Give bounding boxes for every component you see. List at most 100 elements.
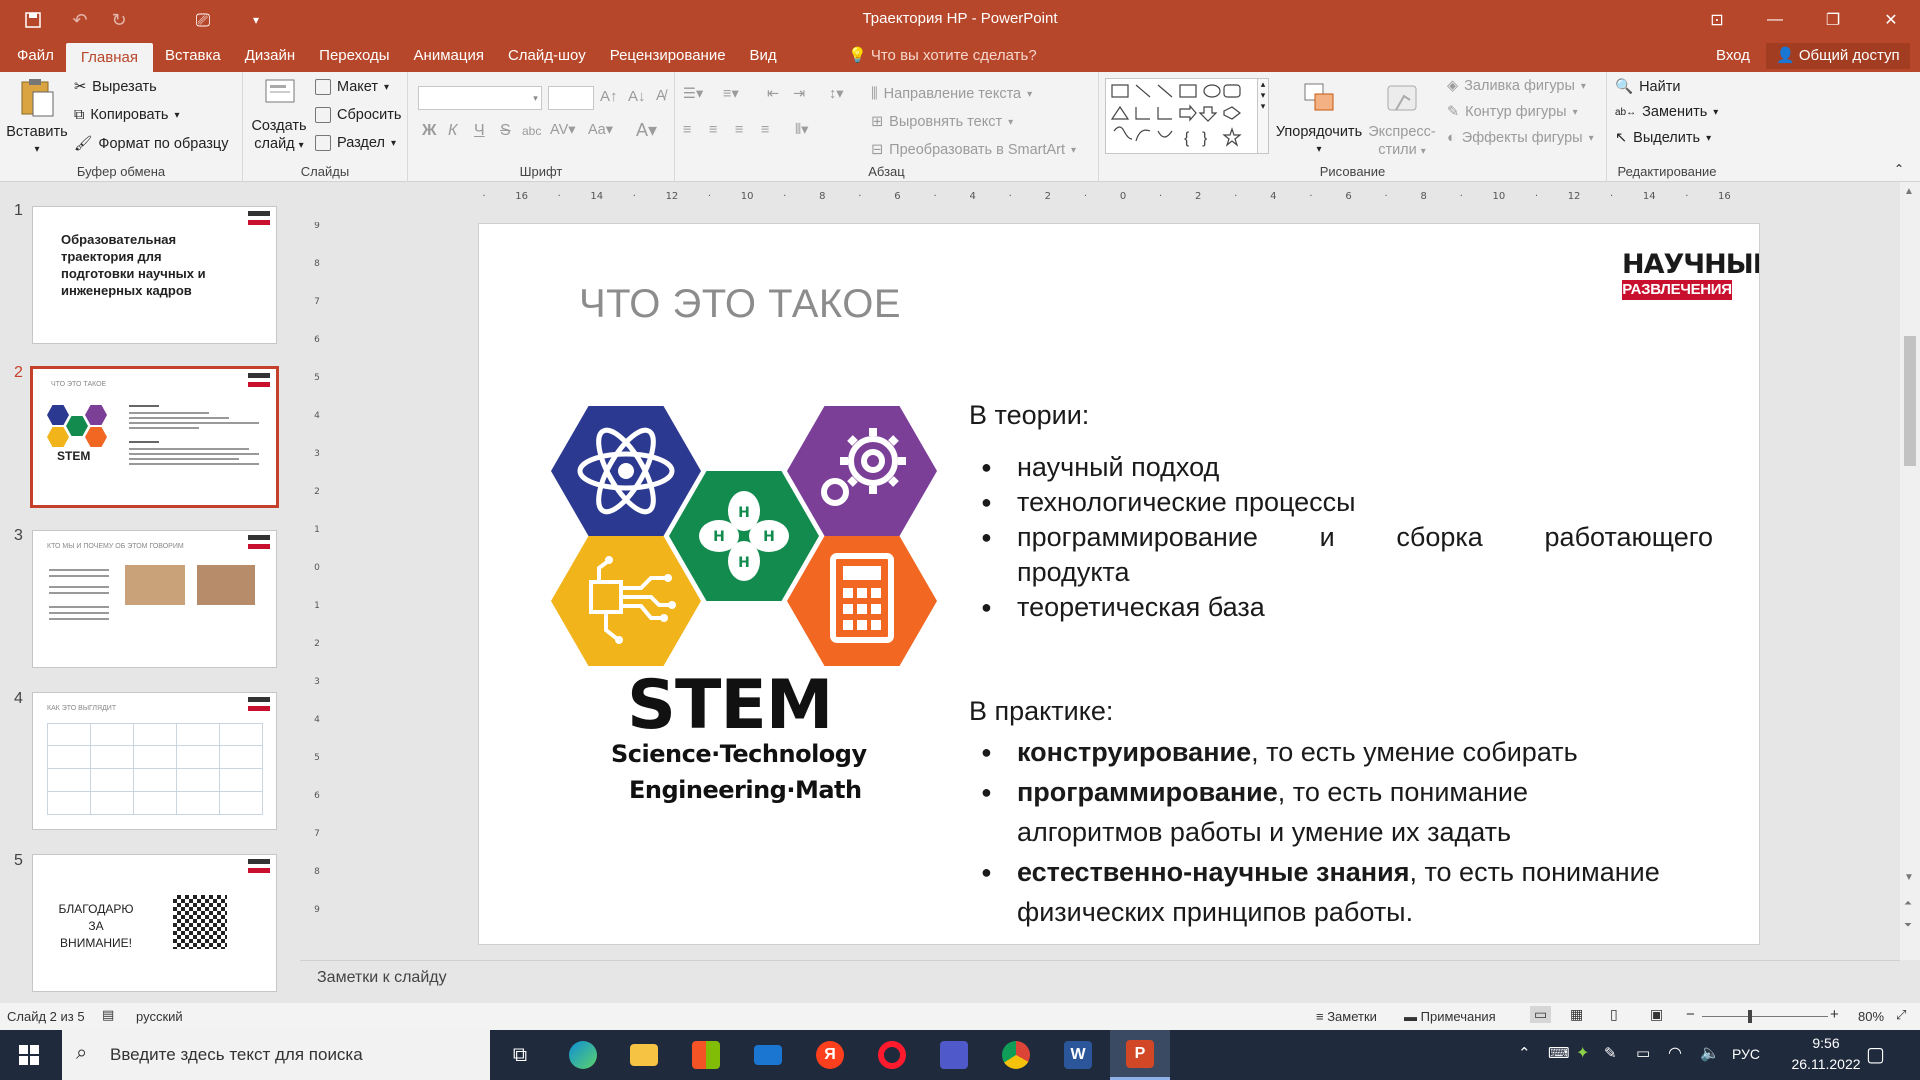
shapes-gallery[interactable]: {}	[1105, 78, 1265, 154]
word-icon[interactable]: W	[1048, 1030, 1108, 1080]
tell-me-search[interactable]: 💡 Что вы хотите сделать?	[848, 40, 1037, 72]
comments-toggle[interactable]: ▬ Примечания	[1404, 1009, 1496, 1024]
tab-home[interactable]: Главная	[65, 43, 153, 75]
tab-insert[interactable]: Вставка	[153, 40, 233, 72]
section-button[interactable]: Раздел ▾	[315, 135, 396, 151]
editor-vertical-scrollbar[interactable]: ▲ ▼ ⏶ ⏷	[1900, 182, 1920, 960]
zoom-in-icon[interactable]: +	[1830, 1006, 1839, 1023]
keyboard-language[interactable]: РУС	[1732, 1046, 1760, 1062]
abc-shadow-icon[interactable]: abc	[522, 124, 541, 138]
tab-slideshow[interactable]: Слайд-шоу	[496, 40, 598, 72]
scroll-up-icon[interactable]: ▲	[1904, 186, 1914, 197]
align-center-icon[interactable]: ≡	[709, 122, 717, 138]
ribbon-display-icon[interactable]: ⊡	[1688, 0, 1746, 40]
slide-title[interactable]: ЧТО ЭТО ТАКОЕ	[579, 282, 901, 327]
tab-view[interactable]: Вид	[738, 40, 789, 72]
decrease-indent-icon[interactable]: ⇤	[767, 86, 779, 102]
shape-effects-button[interactable]: ◐ Эффекты фигуры ▾	[1447, 130, 1594, 146]
zoom-slider-thumb[interactable]	[1748, 1010, 1752, 1023]
pen-icon[interactable]: ✎	[1604, 1044, 1617, 1062]
align-text-button[interactable]: ⊞ Выровнять текст ▾	[871, 114, 1013, 130]
quick-styles-button[interactable]: Экспресс- стили ▾	[1365, 80, 1439, 161]
font-family-dropdown-icon[interactable]: ▾	[530, 86, 542, 110]
task-view-icon[interactable]: ⧉	[490, 1030, 550, 1080]
slide-sorter-icon[interactable]: ▦	[1570, 1006, 1583, 1023]
spellcheck-icon[interactable]: ▤	[102, 1007, 114, 1023]
tab-transitions[interactable]: Переходы	[307, 40, 401, 72]
scroll-thumb[interactable]	[1904, 336, 1916, 466]
tab-file[interactable]: Файл	[0, 40, 66, 72]
change-case-icon[interactable]: Aa▾	[588, 122, 613, 138]
clear-format-icon[interactable]: A̸	[656, 88, 666, 104]
zoom-slider[interactable]	[1702, 1016, 1828, 1017]
thumbnail-slide-5[interactable]: БЛАГОДАРЮ ЗА ВНИМАНИЕ!	[32, 854, 277, 992]
collapse-ribbon-icon[interactable]: ⌃	[1894, 162, 1904, 176]
justify-icon[interactable]: ≡	[761, 122, 769, 138]
format-painter-button[interactable]: 🖌 Формат по образцу	[74, 135, 228, 153]
practice-bullet[interactable]: конструирование, то есть умение собирать	[981, 732, 1578, 772]
powerpoint-icon[interactable]: P	[1110, 1030, 1170, 1080]
file-explorer-icon[interactable]	[614, 1030, 674, 1080]
arrange-button[interactable]: Упорядочить ▾	[1271, 80, 1367, 159]
reset-button[interactable]: Сбросить	[315, 107, 401, 123]
close-icon[interactable]: ✕	[1862, 0, 1920, 40]
shapes-gallery-scroll[interactable]: ▴ ▾ ▾	[1257, 78, 1269, 154]
mail-icon[interactable]	[738, 1030, 798, 1080]
theory-bullet[interactable]: теоретическая база	[981, 590, 1265, 625]
find-button[interactable]: 🔍 Найти	[1615, 78, 1680, 96]
columns-icon[interactable]: ⫴▾	[795, 122, 808, 138]
slide-canvas[interactable]: ЧТО ЭТО ТАКОЕ НАУЧНЫЕ РАЗВЛЕЧЕНИЯ HHHH S…	[478, 223, 1760, 945]
tab-review[interactable]: Рецензирование	[598, 40, 738, 72]
cut-button[interactable]: ✂ Вырезать	[74, 79, 157, 95]
yandex-browser-icon[interactable]: Я	[800, 1030, 860, 1080]
normal-view-icon[interactable]: ▭	[1530, 1006, 1552, 1023]
practice-heading[interactable]: В практике:	[969, 694, 1113, 729]
clock-time[interactable]: 9:56	[1796, 1035, 1856, 1051]
minimize-icon[interactable]: —	[1746, 0, 1804, 40]
notes-toggle[interactable]: ≡ Заметки	[1316, 1009, 1377, 1024]
thumbnail-slide-4[interactable]: КАК ЭТО ВЫГЛЯДИТ	[32, 692, 277, 830]
teams-icon[interactable]	[924, 1030, 984, 1080]
tab-design[interactable]: Дизайн	[233, 40, 307, 72]
windows-start-icon[interactable]	[0, 1030, 58, 1080]
select-button[interactable]: ↖ Выделить ▾	[1615, 130, 1711, 146]
align-right-icon[interactable]: ≡	[735, 122, 743, 138]
shape-fill-button[interactable]: ◈ Заливка фигуры ▾	[1447, 78, 1586, 94]
text-direction-button[interactable]: ⫼ Направление текста ▾	[871, 86, 1032, 102]
paste-button[interactable]: Вставить ▾	[4, 78, 70, 159]
bold-button[interactable]: Ж	[422, 122, 436, 140]
reading-view-icon[interactable]: ▯	[1610, 1006, 1618, 1023]
restore-icon[interactable]: ❐	[1804, 0, 1862, 40]
shape-outline-button[interactable]: ✎ Контур фигуры ▾	[1447, 104, 1578, 120]
chrome-icon[interactable]	[986, 1030, 1046, 1080]
slideshow-view-icon[interactable]: ▣	[1650, 1006, 1663, 1023]
device-icon[interactable]: ⌨	[1548, 1044, 1570, 1062]
smartart-button[interactable]: ⊟ Преобразовать в SmartArt ▾	[871, 142, 1076, 158]
theory-heading[interactable]: В теории:	[969, 398, 1089, 433]
increase-indent-icon[interactable]: ⇥	[793, 86, 805, 102]
language-status[interactable]: русский	[136, 1009, 183, 1024]
theory-bullet[interactable]: программирование и сборка работающего	[981, 520, 1713, 555]
edge-icon[interactable]	[553, 1030, 613, 1080]
tab-animations[interactable]: Анимация	[402, 40, 496, 72]
taskbar-search[interactable]: ⌕ Введите здесь текст для поиска	[62, 1030, 490, 1080]
italic-button[interactable]: К	[448, 122, 457, 140]
theory-bullet[interactable]: технологические процессы	[981, 485, 1356, 520]
thumbnail-slide-2[interactable]: ЧТО ЭТО ТАКОЕ STEM	[30, 366, 279, 508]
prev-slide-icon[interactable]: ⏶	[1904, 898, 1912, 909]
volume-icon[interactable]: 🔈	[1700, 1043, 1720, 1063]
layout-button[interactable]: Макет ▾	[315, 79, 389, 95]
store-icon[interactable]	[676, 1030, 736, 1080]
practice-bullet[interactable]: программирование, то есть понимание алго…	[981, 772, 1637, 852]
clock-date[interactable]: 26.11.2022	[1776, 1056, 1876, 1072]
theory-bullet-continuation[interactable]: продукта	[1017, 555, 1130, 590]
battery-icon[interactable]: ▭	[1636, 1044, 1650, 1062]
opera-icon[interactable]	[862, 1030, 922, 1080]
zoom-out-icon[interactable]: −	[1686, 1006, 1695, 1023]
underline-button[interactable]: Ч	[474, 122, 485, 140]
show-hidden-icons[interactable]: ⌃	[1518, 1044, 1531, 1062]
align-left-icon[interactable]: ≡	[683, 122, 691, 138]
fit-to-window-icon[interactable]: ⤢	[1896, 1007, 1906, 1023]
next-slide-icon[interactable]: ⏷	[1904, 920, 1912, 931]
bullets-icon[interactable]: ☰▾	[683, 86, 703, 102]
